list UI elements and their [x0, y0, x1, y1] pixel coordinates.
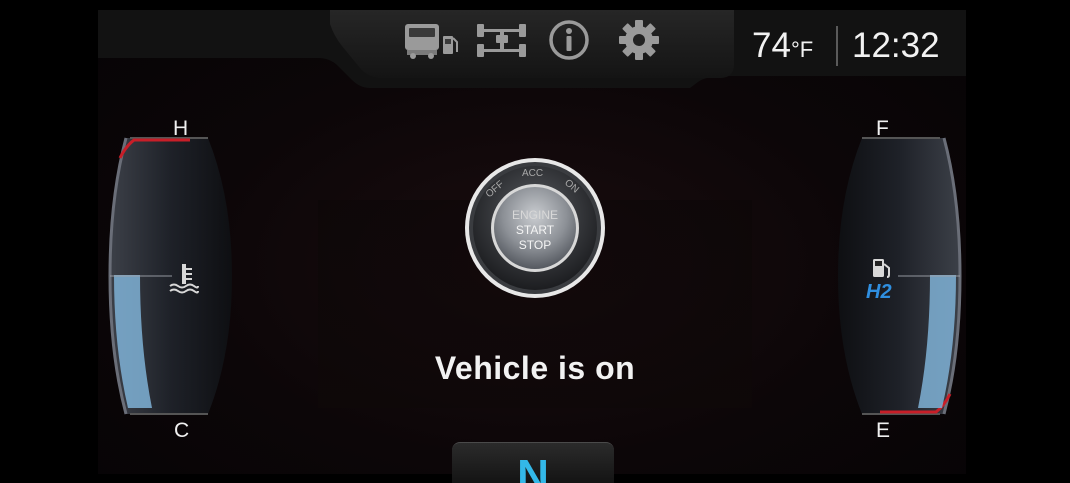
fuel-full-label: F — [876, 117, 889, 140]
coolant-temperature-icon — [168, 262, 200, 301]
start-label: START — [515, 223, 555, 237]
coolant-low-label: C — [174, 419, 190, 442]
fuel-type-text: H2 — [866, 281, 892, 303]
info-icon[interactable] — [546, 20, 592, 60]
engine-start-stop-button[interactable]: OFF ACC ON ENGINE START STOP — [464, 157, 606, 299]
status-divider — [836, 26, 838, 66]
truck-fuel-icon[interactable] — [400, 20, 462, 60]
coolant-high-label: H — [173, 117, 189, 140]
gear-indicator: N — [452, 442, 614, 483]
drivetrain-icon[interactable] — [474, 20, 530, 60]
stop-label: STOP — [518, 238, 552, 252]
ignition-acc-label: ACC — [522, 168, 544, 179]
vehicle-status-message: Vehicle is on — [434, 350, 636, 386]
hydrogen-fuel-label: H2 — [866, 281, 892, 304]
gear-letter: N — [517, 451, 549, 483]
settings-gear-icon[interactable] — [615, 20, 663, 60]
clock: 12:32 — [852, 26, 940, 65]
temperature-unit: °F — [790, 37, 814, 62]
fuel-empty-label: E — [876, 419, 891, 442]
outside-temperature: 74°F — [752, 26, 814, 65]
engine-label: ENGINE — [511, 208, 558, 222]
